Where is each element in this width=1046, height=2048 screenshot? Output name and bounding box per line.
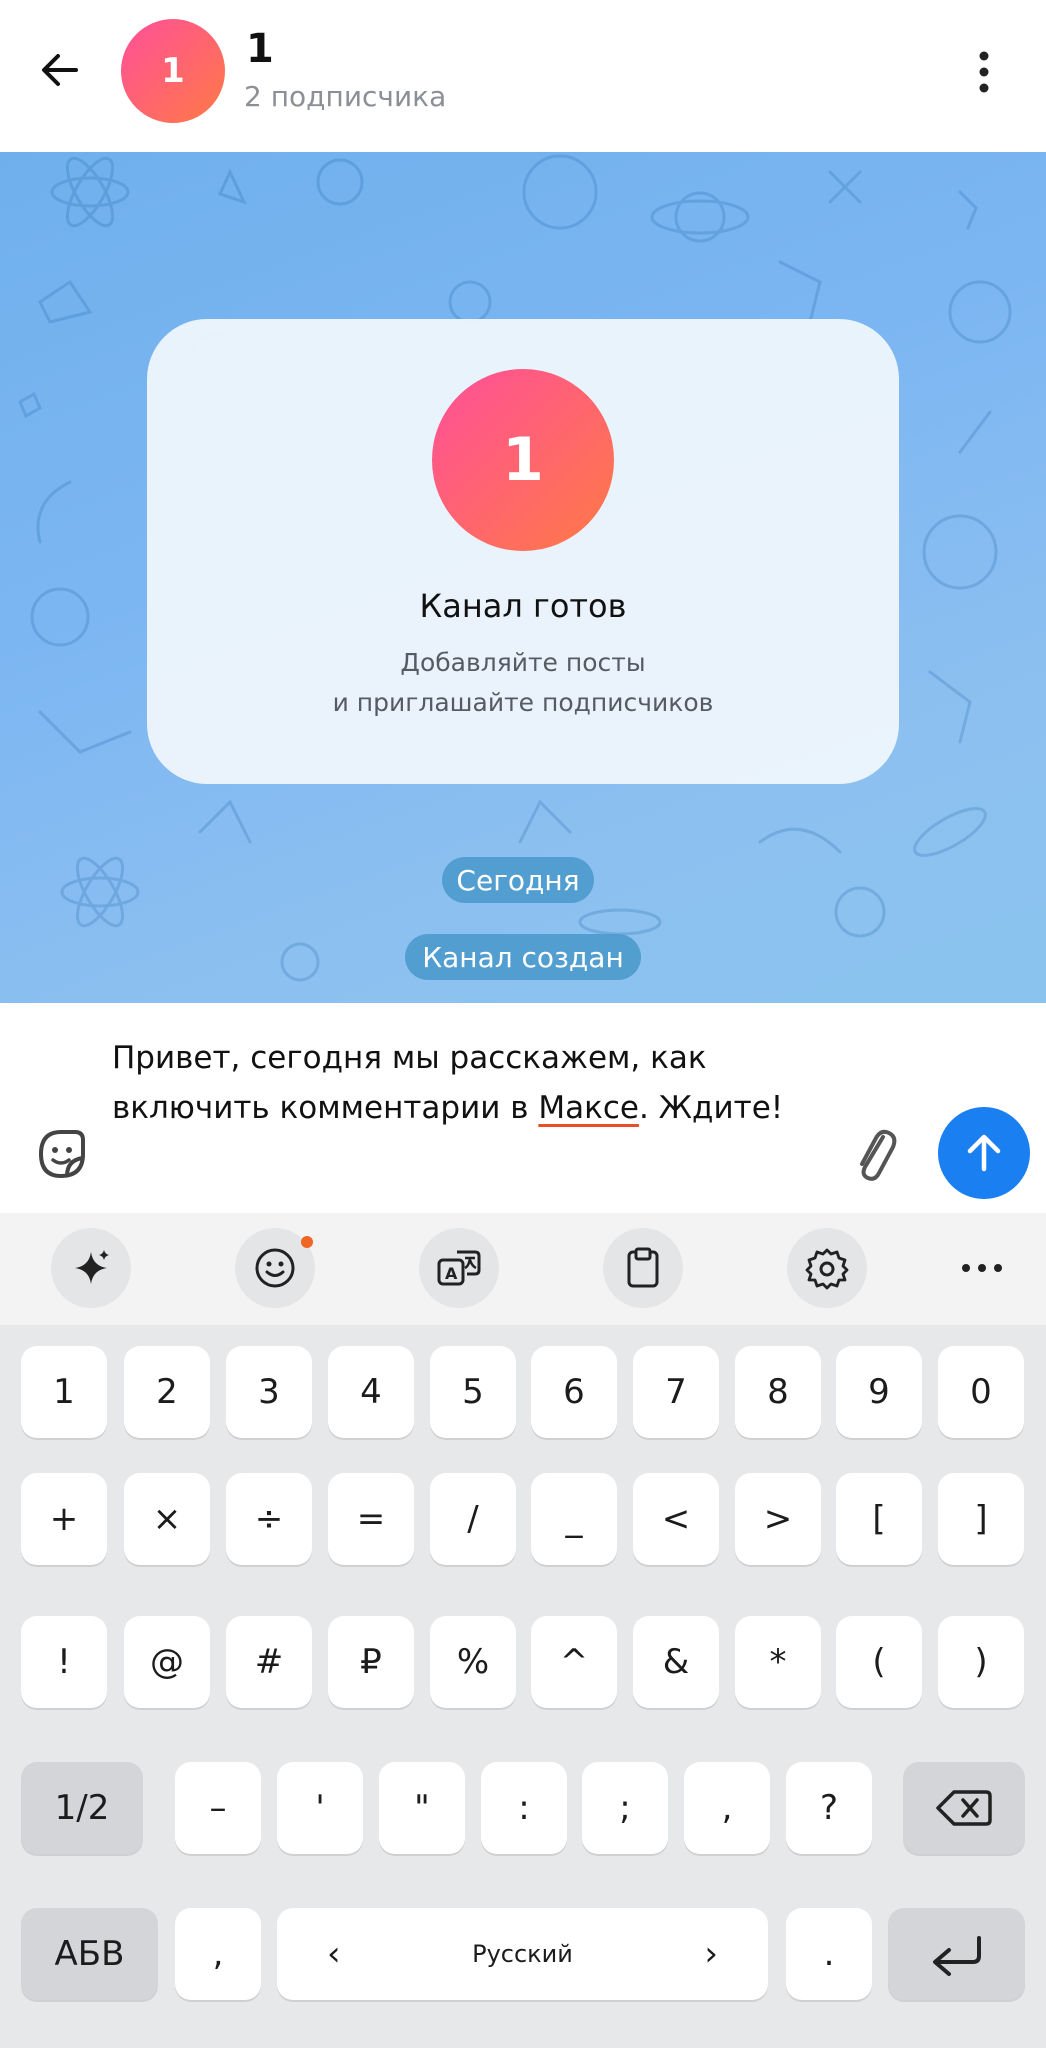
more-menu-button[interactable] (956, 40, 1012, 104)
back-button[interactable] (28, 38, 92, 102)
key-4[interactable]: 4 (328, 1346, 414, 1438)
key-question[interactable]: ? (786, 1762, 872, 1854)
key-asterisk[interactable]: * (735, 1616, 821, 1708)
sparkle-icon (75, 1250, 109, 1284)
key-abc-switch[interactable]: АБВ (21, 1908, 158, 2000)
key-right-bracket[interactable]: ] (938, 1473, 1024, 1565)
key-3[interactable]: 3 (226, 1346, 312, 1438)
notification-dot (301, 1236, 313, 1248)
symbol-keyboard: 1 2 3 4 5 6 7 8 9 0 + × ÷ = / _ < > [ ] … (0, 1325, 1046, 2048)
chevron-right-icon: › (704, 1934, 718, 1974)
key-5[interactable]: 5 (430, 1346, 516, 1438)
key-quote[interactable]: " (379, 1762, 465, 1854)
key-8[interactable]: 8 (735, 1346, 821, 1438)
sticker-icon (38, 1130, 85, 1179)
backspace-icon (936, 1790, 992, 1826)
attach-button[interactable] (842, 1119, 906, 1189)
message-text-part2: . Ждите! (638, 1090, 784, 1126)
send-button[interactable] (938, 1107, 1030, 1199)
subscriber-count: 2 подписчика (244, 80, 447, 113)
key-9[interactable]: 9 (836, 1346, 922, 1438)
key-at[interactable]: @ (124, 1616, 210, 1708)
key-2[interactable]: 2 (124, 1346, 210, 1438)
key-ampersand[interactable]: & (633, 1616, 719, 1708)
language-label: Русский (472, 1940, 573, 1968)
message-input[interactable]: Привет, сегодня мы расскажем, как включи… (112, 1033, 812, 1133)
more-horizontal-icon (962, 1264, 1002, 1272)
channel-title[interactable]: 1 (246, 26, 274, 72)
key-percent[interactable]: % (430, 1616, 516, 1708)
key-page-toggle[interactable]: 1/2 (21, 1762, 143, 1854)
key-less-than[interactable]: < (633, 1473, 719, 1565)
key-7[interactable]: 7 (633, 1346, 719, 1438)
card-description: Добавляйте посты и приглашайте подписчик… (147, 643, 899, 723)
arrow-up-icon (967, 1134, 1001, 1172)
key-6[interactable]: 6 (531, 1346, 617, 1438)
svg-text:A: A (445, 1264, 458, 1283)
key-dash[interactable]: – (175, 1762, 261, 1854)
toolbar-more-button[interactable] (942, 1228, 1022, 1308)
channel-avatar[interactable]: 1 (121, 19, 225, 123)
key-plus[interactable]: + (21, 1473, 107, 1565)
key-right-paren[interactable]: ) (938, 1616, 1024, 1708)
card-description-line1: Добавляйте посты (400, 648, 646, 677)
key-divide[interactable]: ÷ (226, 1473, 312, 1565)
avatar-letter: 1 (161, 51, 185, 91)
key-ruble[interactable]: ₽ (328, 1616, 414, 1708)
key-comma[interactable]: , (175, 1908, 261, 2000)
clipboard-icon (627, 1247, 659, 1288)
enter-icon (932, 1936, 981, 1976)
emoji-button[interactable] (235, 1228, 315, 1308)
key-hash[interactable]: # (226, 1616, 312, 1708)
keyboard-settings-button[interactable] (787, 1228, 867, 1308)
translate-button[interactable]: A (419, 1228, 499, 1308)
key-equals[interactable]: = (328, 1473, 414, 1565)
key-0[interactable]: 0 (938, 1346, 1024, 1438)
channel-created-card: 1 Канал готов Добавляйте посты и приглаш… (147, 319, 899, 784)
backspace-key[interactable] (903, 1762, 1025, 1854)
key-1[interactable]: 1 (21, 1346, 107, 1438)
key-semicolon[interactable]: ; (582, 1762, 668, 1854)
key-multiply[interactable]: × (124, 1473, 210, 1565)
avatar-large-letter: 1 (502, 425, 544, 495)
card-title: Канал готов (419, 587, 627, 625)
keyboard-toolbar: A (0, 1213, 1046, 1325)
key-left-paren[interactable]: ( (836, 1616, 922, 1708)
key-apostrophe[interactable]: ' (277, 1762, 363, 1854)
key-period[interactable]: . (786, 1908, 872, 2000)
clipboard-button[interactable] (603, 1228, 683, 1308)
sticker-button[interactable] (26, 1119, 96, 1189)
chat-header: 1 1 2 подписчика (0, 0, 1046, 152)
space-bar[interactable]: ‹ Русский › (277, 1908, 768, 2000)
key-greater-than[interactable]: > (735, 1473, 821, 1565)
chevron-left-icon: ‹ (327, 1934, 341, 1974)
key-exclamation[interactable]: ! (21, 1616, 107, 1708)
date-pill: Сегодня (442, 857, 594, 903)
spellcheck-underlined-word[interactable]: Максе (538, 1090, 639, 1126)
key-comma-sym[interactable]: , (684, 1762, 770, 1854)
paperclip-icon (860, 1129, 897, 1181)
key-colon[interactable]: : (481, 1762, 567, 1854)
service-message-pill: Канал создан (405, 934, 641, 980)
channel-avatar-large: 1 (432, 369, 614, 551)
gear-icon (805, 1248, 849, 1290)
translate-icon: A (437, 1250, 481, 1286)
message-composer: Привет, сегодня мы расскажем, как включи… (0, 1003, 1046, 1213)
key-caret[interactable]: ^ (531, 1616, 617, 1708)
enter-key[interactable] (888, 1908, 1025, 2000)
more-vertical-icon (979, 51, 989, 93)
arrow-left-icon (42, 54, 78, 86)
key-left-bracket[interactable]: [ (836, 1473, 922, 1565)
ai-sparkle-button[interactable] (51, 1228, 131, 1308)
card-description-line2: и приглашайте подписчиков (332, 688, 714, 717)
key-underscore[interactable]: _ (531, 1473, 617, 1565)
chat-area[interactable]: 1 Канал готов Добавляйте посты и приглаш… (0, 152, 1046, 1003)
smiley-icon (255, 1248, 295, 1288)
key-slash[interactable]: / (430, 1473, 516, 1565)
